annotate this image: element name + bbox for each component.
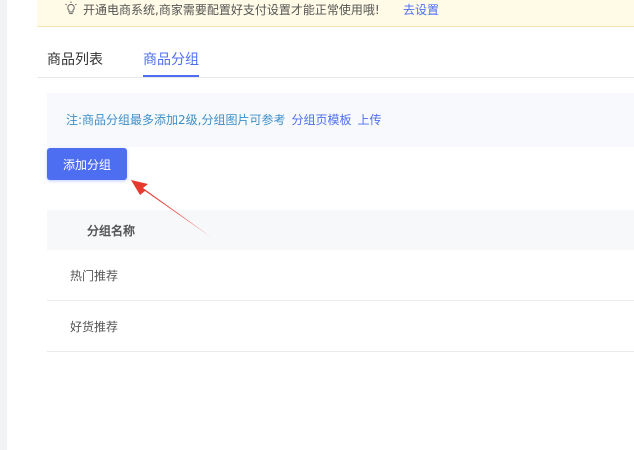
upload-link[interactable]: 上传 <box>358 113 382 127</box>
go-settings-link[interactable]: 去设置 <box>403 0 439 20</box>
group-name-cell: 热门推荐 <box>70 269 119 283</box>
tab-bar: 商品列表 商品分组 <box>37 40 634 78</box>
group-name-cell: 好货推荐 <box>70 320 119 334</box>
table-header: 分组名称 <box>47 210 634 250</box>
group-table: 分组名称 热门推荐 好货推荐 <box>47 210 634 352</box>
tab-product-list[interactable]: 商品列表 <box>47 49 103 69</box>
tip-box: 注:商品分组最多添加2级,分组图片可参考 分组页模板 上传 <box>47 93 634 147</box>
table-row[interactable]: 热门推荐 <box>47 250 634 301</box>
lightbulb-icon <box>65 1 77 15</box>
notice-bar: 开通电商系统,商家需要配置好支付设置才能正常使用哦! 去设置 <box>37 0 634 27</box>
tab-product-group[interactable]: 商品分组 <box>143 49 199 69</box>
tip-line: 注:商品分组最多添加2级,分组图片可参考 分组页模板 上传 <box>66 112 382 128</box>
tip-text: 注:商品分组最多添加2级,分组图片可参考 <box>66 113 286 127</box>
group-template-link[interactable]: 分组页模板 <box>292 113 352 127</box>
notice-text: 开通电商系统,商家需要配置好支付设置才能正常使用哦! <box>83 3 380 17</box>
table-row[interactable]: 好货推荐 <box>47 301 634 352</box>
column-header-group-name: 分组名称 <box>87 224 136 238</box>
left-gutter <box>0 0 7 450</box>
active-tab-indicator <box>143 75 199 77</box>
add-group-button[interactable]: 添加分组 <box>47 148 127 180</box>
